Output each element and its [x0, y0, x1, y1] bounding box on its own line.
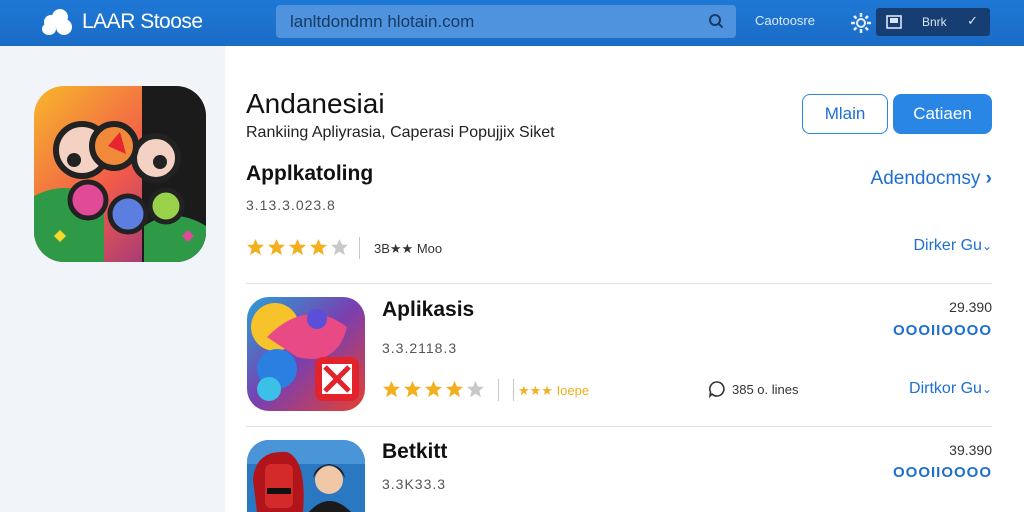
rating-count: 3B★★ Moo	[374, 241, 443, 256]
row-divider	[246, 283, 992, 284]
reviews-count: 385 o. lines	[732, 381, 799, 397]
download-link-label: Dirker Gu	[913, 237, 982, 254]
more-link[interactable]: Adendocmsy ›	[871, 168, 992, 190]
star-icon	[403, 380, 422, 398]
download-link-label: Dirtkor Gu	[909, 380, 982, 397]
app-price: 39.390	[949, 442, 992, 458]
hero-app-icon[interactable]	[34, 86, 206, 262]
app-artwork	[247, 440, 365, 512]
row-divider	[246, 426, 992, 427]
hero-app-artwork	[34, 86, 206, 262]
chevron-down-icon: ⌄	[981, 239, 992, 253]
rating-stars-text: ★★★ Ioepe	[518, 383, 590, 398]
star-icon	[445, 380, 464, 398]
app-price: 29.390	[949, 299, 992, 315]
top-bar: LAAR Stoose lanltdondmn hlotain.com Caot…	[0, 0, 1024, 46]
gear-icon[interactable]	[850, 12, 872, 34]
account-dropdown[interactable]: Bnrk ✓	[876, 8, 990, 36]
reviews[interactable]: 385 o. lines	[708, 380, 799, 398]
app-artwork	[247, 297, 365, 411]
status-badge: OOOIIOOOO	[892, 322, 992, 339]
divider-vertical	[359, 237, 360, 259]
logo-text: LAAR Stoose	[82, 10, 203, 33]
download-link[interactable]: Dirtkor Gu⌄	[909, 380, 992, 398]
star-icon	[466, 380, 485, 398]
app-title[interactable]: Betkitt	[382, 440, 447, 464]
app-version: 3.3.2118.3	[382, 340, 458, 356]
star-rating	[246, 238, 349, 257]
star-rating	[382, 380, 485, 399]
categories-link[interactable]: Caotoosre	[755, 13, 815, 28]
logo-icon	[40, 7, 74, 37]
secondary-button[interactable]: Mlain	[802, 94, 888, 134]
star-icon	[424, 380, 443, 398]
app-subtitle: Rankiing Apliyrasia, Caperasi Popujjix S…	[246, 124, 555, 141]
chevron-down-icon: ⌄	[981, 382, 992, 396]
category-heading: Applkatoling	[246, 162, 374, 185]
search-input[interactable]: lanltdondmn hlotain.com	[276, 5, 736, 38]
chevron-right-icon: ›	[985, 168, 992, 189]
star-icon	[267, 238, 286, 256]
status-badge: OOOIIOOOO	[892, 464, 992, 481]
comment-icon	[708, 381, 725, 398]
app-version: 3.3K33.3	[382, 476, 447, 492]
search-icon[interactable]	[708, 13, 724, 29]
star-icon	[288, 238, 307, 256]
more-link-label: Adendocmsy	[870, 168, 981, 189]
account-icon	[886, 15, 902, 29]
rating-count: ★★★ Ioepe	[518, 383, 589, 399]
get-button[interactable]: Catiaen	[893, 94, 992, 134]
divider-vertical	[513, 379, 514, 401]
store-logo[interactable]: LAAR Stoose	[40, 6, 203, 38]
app-title[interactable]: Aplikasis	[382, 298, 474, 322]
chevron-down-icon: ✓	[967, 13, 978, 28]
app-icon[interactable]	[247, 297, 365, 411]
search-text: lanltdondmn hlotain.com	[290, 11, 475, 31]
divider-vertical	[498, 379, 499, 401]
account-label: Bnrk	[922, 15, 947, 29]
star-icon	[330, 238, 349, 256]
app-icon[interactable]	[247, 440, 365, 512]
star-icon	[382, 380, 401, 398]
app-version: 3.13.3.023.8	[246, 197, 336, 213]
star-icon	[309, 238, 328, 256]
download-link[interactable]: Dirker Gu⌄	[913, 237, 992, 255]
star-icon	[246, 238, 265, 256]
app-title: Andanesiai	[246, 88, 385, 119]
